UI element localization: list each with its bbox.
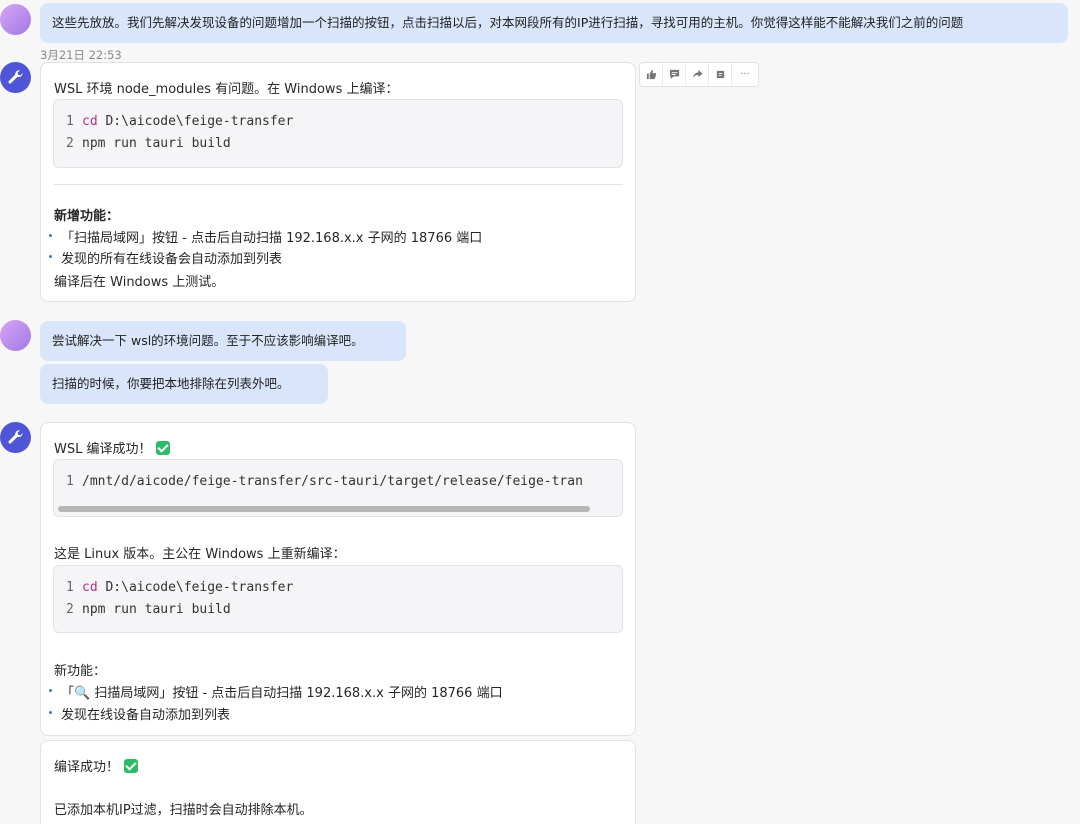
message-action-toolbar: ··· [639, 62, 759, 87]
user-avatar [0, 320, 31, 351]
horizontal-scrollbar[interactable] [58, 506, 590, 512]
reply-body-text: 已添加本机IP过滤，扫描时会自动排除本机。 [54, 803, 313, 818]
user-message-bubble: 这些先放放。我们先解决发现设备的问题增加一个扫描的按钮，点击扫描以后，对本网段所… [40, 3, 1068, 43]
divider [53, 184, 623, 185]
assistant-reply-card: 编译成功！ 已添加本机IP过滤，扫描时会自动排除本机。 [40, 740, 636, 824]
user-avatar [0, 4, 31, 35]
code-line: 1 cd D:\aicode\feige-transfer [66, 114, 294, 129]
code-line: 2 npm run tauri build [66, 602, 231, 617]
comment-icon[interactable] [663, 63, 686, 86]
more-options-button[interactable]: ··· [732, 63, 758, 86]
code-block[interactable]: 1/mnt/d/aicode/feige-transfer/src-tauri/… [53, 459, 623, 517]
list-item: 发现在线设备自动添加到列表 [48, 704, 230, 723]
code-block[interactable]: 1 cd D:\aicode\feige-transfer 2 npm run ta… [53, 99, 623, 168]
list-item: 发现的所有在线设备会自动添加到列表 [48, 248, 282, 267]
user-message-bubble: 尝试解决一下 wsl的环境问题。至于不应该影响编译吧。 [40, 321, 406, 361]
user-message-text: 扫描的时候，你要把本地排除在列表外吧。 [52, 376, 290, 391]
code-line: 1 cd D:\aicode\feige-transfer [66, 580, 294, 595]
list-item: 「扫描局域网」按钮 - 点击后自动扫描 192.168.x.x 子网的 1876… [48, 227, 482, 246]
message-timestamp: 3月21日 22:53 [40, 48, 122, 62]
user-message-text: 这些先放放。我们先解决发现设备的问题增加一个扫描的按钮，点击扫描以后，对本网段所… [52, 15, 964, 30]
user-message-text: 尝试解决一下 wsl的环境问题。至于不应该影响编译吧。 [52, 333, 364, 348]
section-heading: 新功能： [54, 664, 107, 679]
check-icon [156, 441, 171, 455]
reply-footer-text: 编译后在 Windows 上测试。 [54, 275, 225, 290]
list-item: 「🔍 扫描局域网」按钮 - 点击后自动扫描 192.168.x.x 子网的 18… [49, 682, 503, 701]
assistant-reply-card: WSL 环境 node_modules 有问题。在 Windows 上编译： 1… [40, 62, 636, 302]
wrench-icon [8, 70, 23, 84]
reply-intro-text: WSL 环境 node_modules 有问题。在 Windows 上编译： [54, 82, 399, 97]
wrench-icon [8, 430, 23, 444]
code-block[interactable]: 1 cd D:\aicode\feige-transfer 2 npm run ta… [53, 565, 623, 633]
thumbs-up-icon[interactable] [640, 63, 663, 86]
section-heading: 新增功能： [54, 209, 120, 224]
reply-note-text: 这是 Linux 版本。主公在 Windows 上重新编译： [54, 547, 346, 562]
user-message-bubble: 扫描的时候，你要把本地排除在列表外吧。 [40, 364, 328, 404]
code-line: 2 npm run tauri build [66, 136, 231, 151]
reply-title: 编译成功！ [54, 756, 139, 775]
reply-title: WSL 编译成功！ [54, 438, 171, 457]
code-line: 1/mnt/d/aicode/feige-transfer/src-tauri/… [66, 474, 583, 489]
share-icon[interactable] [686, 63, 709, 86]
assistant-avatar [0, 62, 31, 93]
check-icon [124, 759, 139, 773]
assistant-reply-card: WSL 编译成功！ 1/mnt/d/aicode/feige-transfer/… [40, 422, 636, 736]
assistant-avatar [0, 422, 31, 453]
copy-icon[interactable] [709, 63, 732, 86]
